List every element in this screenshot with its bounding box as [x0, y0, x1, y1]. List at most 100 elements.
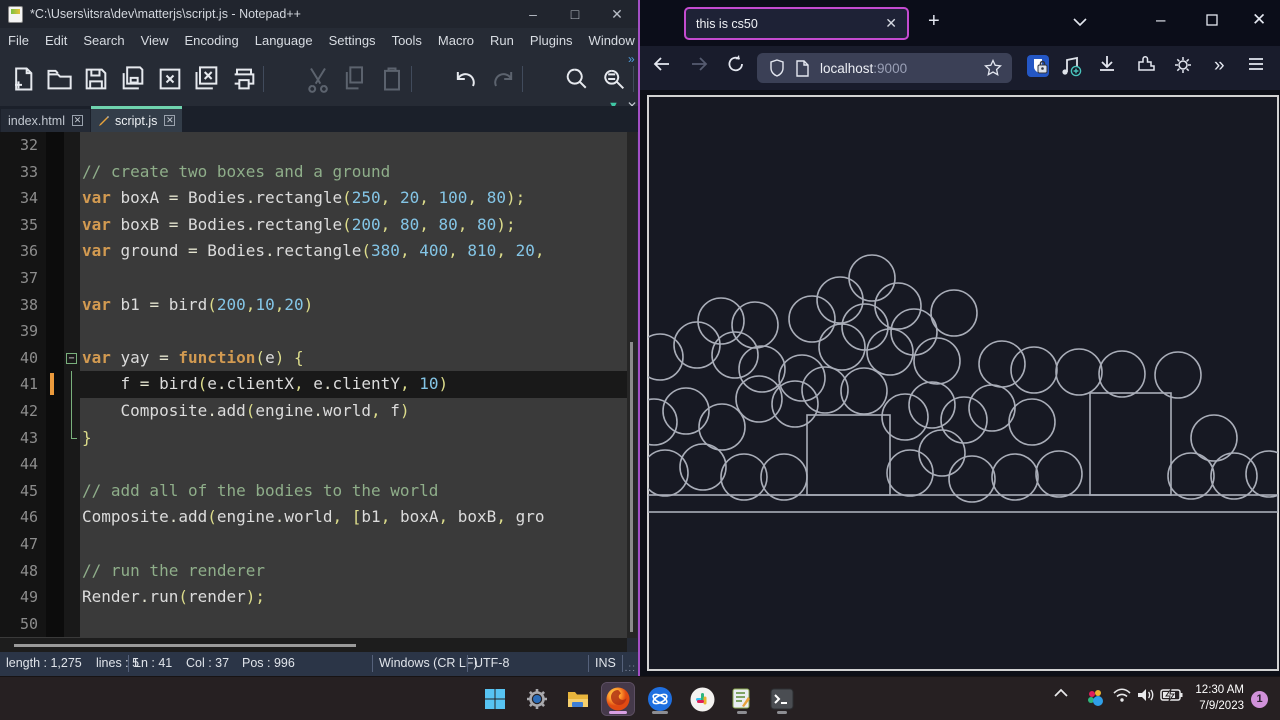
toolbar-overflow-icon[interactable]: » — [1214, 55, 1225, 77]
list-tabs-chevron-icon[interactable] — [1072, 16, 1088, 28]
url-bar[interactable]: localhost:9000 — [757, 53, 1012, 83]
ff-maximize-button[interactable] — [1206, 14, 1218, 26]
menu-file[interactable]: File — [0, 33, 37, 48]
code-line-35[interactable]: 35var boxB = Bodies.rectangle(200, 80, 8… — [0, 212, 627, 239]
fold-margin[interactable] — [64, 558, 80, 585]
fold-margin[interactable] — [64, 292, 80, 319]
fold-margin[interactable] — [64, 425, 80, 452]
code-line-50[interactable]: 50 — [0, 611, 627, 638]
taskbar-firefox[interactable] — [602, 683, 634, 715]
fold-margin[interactable] — [64, 238, 80, 265]
fold-margin[interactable]: − — [64, 345, 80, 372]
menu-macro[interactable]: Macro — [430, 33, 482, 48]
code-line-42[interactable]: 42 Composite.add(engine.world, f) — [0, 398, 627, 425]
ff-close-button[interactable]: ✕ — [1252, 10, 1266, 30]
new-tab-button[interactable]: + — [928, 10, 940, 33]
fold-margin[interactable] — [64, 371, 80, 398]
taskbar-clock[interactable]: 12:30 AM 7/9/2023 — [1195, 682, 1244, 714]
menu-settings[interactable]: Settings — [321, 33, 384, 48]
code-line-40[interactable]: 40−var yay = function(e) { — [0, 345, 627, 372]
page-info-icon[interactable] — [795, 60, 810, 77]
start-button[interactable] — [479, 683, 511, 715]
find-icon[interactable] — [563, 65, 591, 93]
code-line-48[interactable]: 48// run the renderer — [0, 558, 627, 585]
taskbar-terminal[interactable] — [766, 683, 798, 715]
code-line-34[interactable]: 34var boxA = Bodies.rectangle(250, 20, 1… — [0, 185, 627, 212]
menu-tools[interactable]: Tools — [384, 33, 430, 48]
menu-search[interactable]: Search — [75, 33, 132, 48]
browser-viewport[interactable] — [640, 90, 1280, 676]
close-doc-icon[interactable] — [156, 65, 184, 93]
volume-icon[interactable] — [1136, 687, 1160, 711]
code-editor[interactable]: 3233// create two boxes and a ground34va… — [0, 132, 627, 638]
fold-margin[interactable] — [64, 584, 80, 611]
code-line-33[interactable]: 33// create two boxes and a ground — [0, 159, 627, 186]
menu-view[interactable]: View — [133, 33, 177, 48]
tab-close-icon[interactable]: ✕ — [72, 115, 83, 126]
fold-collapse-icon[interactable]: − — [66, 353, 77, 364]
taskbar-file-explorer[interactable] — [562, 683, 594, 715]
code-line-37[interactable]: 37 — [0, 265, 627, 292]
fold-margin[interactable] — [64, 504, 80, 531]
browser-tab[interactable]: this is cs50 ✕ — [684, 7, 909, 40]
code-line-41[interactable]: 41 f = bird(e.clientX, e.clientY, 10) — [0, 371, 627, 398]
fold-margin[interactable] — [64, 159, 80, 186]
code-line-47[interactable]: 47 — [0, 531, 627, 558]
settings-gear-icon[interactable] — [1172, 54, 1200, 82]
ff-minimize-button[interactable]: – — [1156, 10, 1165, 30]
open-folder-icon[interactable] — [45, 65, 73, 93]
fold-margin[interactable] — [64, 132, 80, 159]
menu-language[interactable]: Language — [247, 33, 321, 48]
save-icon[interactable] — [82, 65, 110, 93]
extensions-puzzle-icon[interactable] — [1136, 54, 1164, 82]
menu-edit[interactable]: Edit — [37, 33, 75, 48]
tray-app-icon[interactable] — [1084, 687, 1108, 711]
back-button[interactable] — [652, 54, 680, 82]
code-line-44[interactable]: 44 — [0, 451, 627, 478]
tab-index-html[interactable]: index.html ✕ — [1, 109, 90, 132]
npp-maximize-button[interactable]: □ — [554, 0, 596, 28]
print-icon[interactable] — [230, 65, 258, 93]
media-downloader-extension-icon[interactable] — [1059, 54, 1087, 82]
fold-margin[interactable] — [64, 185, 80, 212]
code-line-43[interactable]: 43} — [0, 425, 627, 452]
menu-window[interactable]: Window — [581, 33, 643, 48]
tray-chevron-up-icon[interactable] — [1053, 687, 1077, 711]
taskbar-settings[interactable] — [521, 683, 553, 715]
shield-icon[interactable] — [769, 59, 785, 77]
password-manager-extension-icon[interactable] — [1026, 54, 1054, 82]
physics-canvas[interactable] — [640, 90, 1280, 676]
save-all-icon[interactable] — [119, 65, 147, 93]
code-line-32[interactable]: 32 — [0, 132, 627, 159]
menu-run[interactable]: Run — [482, 33, 522, 48]
fold-margin[interactable] — [64, 212, 80, 239]
taskbar-notepadpp[interactable] — [726, 683, 758, 715]
new-file-icon[interactable] — [8, 65, 36, 93]
fold-margin[interactable] — [64, 611, 80, 638]
tab-close-icon[interactable]: ✕ — [164, 115, 175, 126]
menu-plugins[interactable]: Plugins — [522, 33, 581, 48]
fold-margin[interactable] — [64, 531, 80, 558]
toolbar-overflow-icon[interactable]: » — [628, 52, 635, 66]
reload-button[interactable] — [726, 54, 754, 82]
wifi-icon[interactable] — [1112, 687, 1136, 711]
editor-horizontal-scrollbar[interactable] — [0, 638, 627, 652]
resize-grip[interactable]: .:: — [625, 663, 636, 674]
close-all-icon[interactable] — [193, 65, 221, 93]
notification-count-badge[interactable]: 1 — [1251, 691, 1268, 708]
undo-icon[interactable] — [452, 65, 480, 93]
tab-close-icon[interactable]: ✕ — [885, 15, 897, 32]
menu-encoding[interactable]: Encoding — [177, 33, 247, 48]
code-line-39[interactable]: 39 — [0, 318, 627, 345]
code-line-45[interactable]: 45// add all of the bodies to the world — [0, 478, 627, 505]
battery-charging-icon[interactable] — [1160, 687, 1184, 711]
fold-margin[interactable] — [64, 398, 80, 425]
bookmark-star-icon[interactable] — [984, 59, 1002, 77]
code-line-49[interactable]: 49Render.run(render); — [0, 584, 627, 611]
forward-button[interactable] — [689, 54, 717, 82]
downloads-icon[interactable] — [1097, 54, 1125, 82]
taskbar-blue-app[interactable] — [644, 683, 676, 715]
fold-margin[interactable] — [64, 478, 80, 505]
editor-vertical-scrollbar[interactable] — [627, 132, 637, 638]
npp-minimize-button[interactable]: – — [512, 0, 554, 28]
